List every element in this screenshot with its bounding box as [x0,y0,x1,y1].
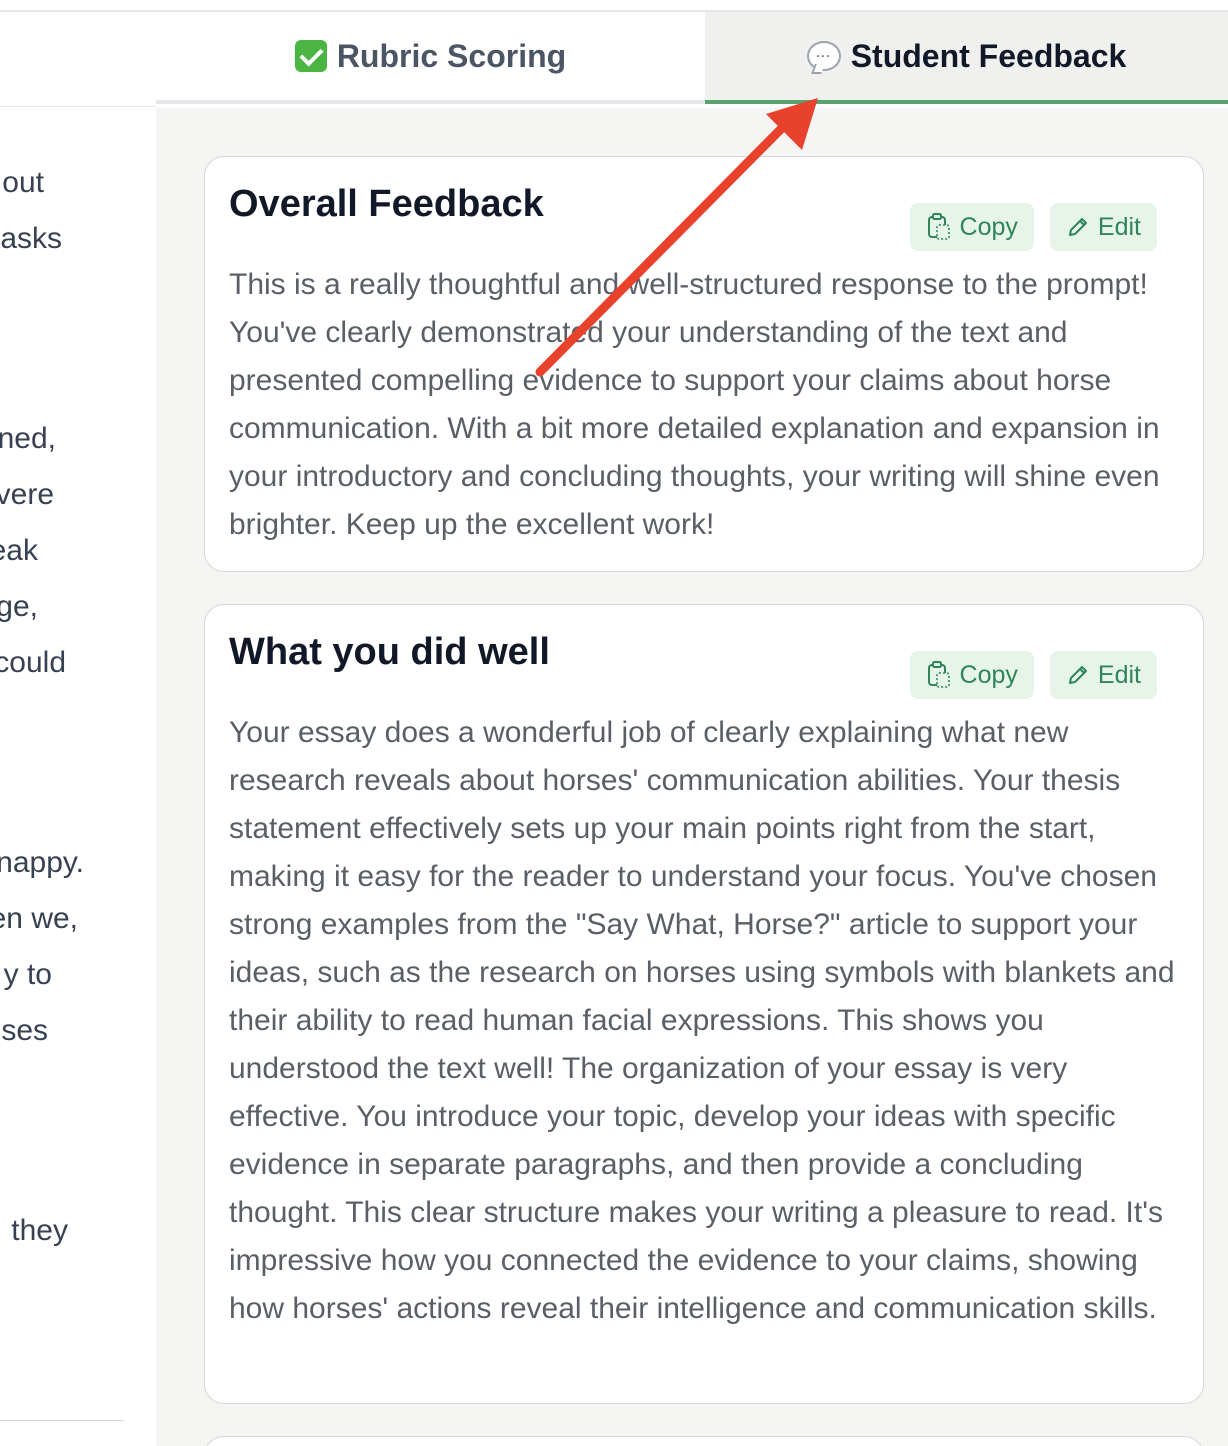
card-actions: Copy Edit [909,651,1157,699]
check-box-icon [294,40,327,72]
essay-panel: out asks ned, vere eak ge, could nappy. … [0,108,156,1446]
tab-bar: Rubric Scoring ··· Student Feedback [156,12,1228,104]
copy-label: Copy [959,660,1018,689]
card-actions: Copy Edit [909,203,1157,251]
essay-text-fragment: eak [0,534,38,567]
essay-text-fragment: ses [1,1014,48,1047]
edit-button[interactable]: Edit [1049,203,1157,251]
divider [0,1420,124,1421]
card-title: Overall Feedback [229,183,544,225]
edit-label: Edit [1097,660,1141,689]
header-underline [0,106,156,107]
copy-button[interactable]: Copy [909,651,1034,699]
pencil-icon [1068,218,1087,236]
card-title: What you did well [229,631,550,673]
essay-text-fragment: out [2,166,44,199]
next-feedback-card [204,1436,1204,1446]
speech-bubble-icon: ··· [806,41,841,71]
tab-student-feedback[interactable]: ··· Student Feedback [705,12,1228,104]
overall-feedback-card: Overall Feedback Copy Edit This is a rea… [204,156,1204,572]
copy-label: Copy [959,212,1018,241]
copy-button[interactable]: Copy [909,203,1034,251]
essay-text-fragment: ned, [0,422,56,455]
essay-text-fragment: asks [0,222,62,255]
clipboard-icon [927,213,950,240]
edit-button[interactable]: Edit [1049,651,1157,699]
feedback-panel: Overall Feedback Copy Edit This is a rea… [156,108,1228,1446]
essay-text-fragment: ge, [0,590,38,623]
essay-text-fragment: vere [0,478,54,511]
essay-text-fragment: nappy. [0,846,84,879]
tab-rubric-scoring[interactable]: Rubric Scoring [156,12,705,104]
tab-label: Student Feedback [850,37,1127,74]
edit-label: Edit [1097,212,1141,241]
essay-text-fragment: y to [3,958,52,991]
overall-feedback-text: This is a really thoughtful and well-str… [229,268,1160,541]
pencil-icon [1068,666,1087,684]
essay-text-fragment: could [0,646,66,679]
essay-text-fragment: they [11,1214,68,1247]
tab-label: Rubric Scoring [336,37,567,74]
what-you-did-well-card: What you did well Copy Edit Your essay d… [204,604,1204,1404]
what-you-did-well-text: Your essay does a wonderful job of clear… [229,716,1175,1325]
essay-text-fragment: en we, [0,902,78,935]
clipboard-icon [927,661,950,688]
